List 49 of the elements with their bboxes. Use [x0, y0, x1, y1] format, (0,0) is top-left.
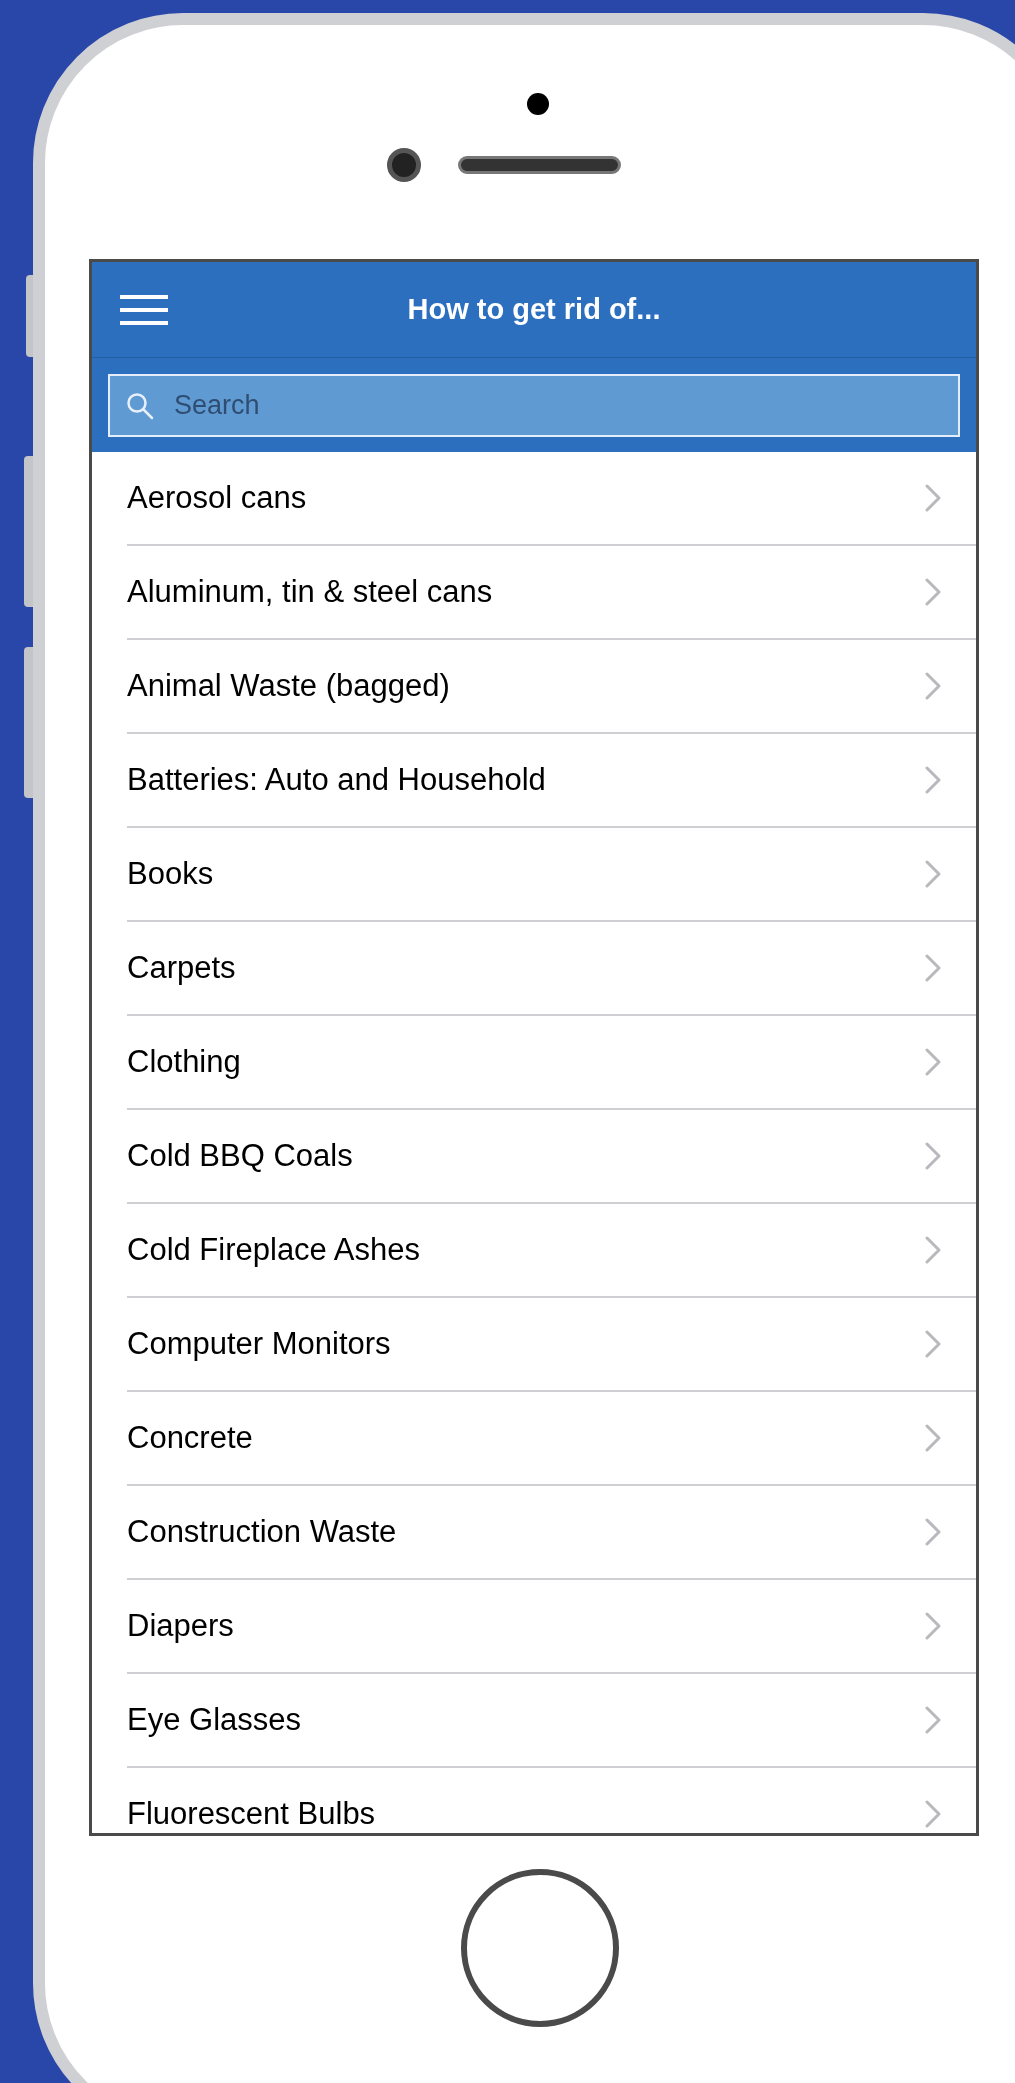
chevron-right-icon — [925, 860, 941, 888]
list-item[interactable]: Diapers — [127, 1580, 976, 1674]
item-label: Batteries: Auto and Household — [127, 760, 547, 799]
list-item[interactable]: Carpets — [127, 922, 976, 1016]
chevron-right-icon — [925, 954, 941, 982]
list-item[interactable]: Aluminum, tin & steel cans — [127, 546, 976, 640]
list-item[interactable]: Cold BBQ Coals — [127, 1110, 976, 1204]
list-item[interactable]: Clothing — [127, 1016, 976, 1110]
item-label: Carpets — [127, 948, 237, 987]
chevron-right-icon — [925, 1800, 941, 1828]
item-label: Aluminum, tin & steel cans — [127, 572, 494, 611]
chevron-right-icon — [925, 1424, 941, 1452]
item-label: Aerosol cans — [127, 478, 308, 517]
header-title: How to get rid of... — [406, 291, 662, 327]
list-item[interactable]: Construction Waste — [127, 1486, 976, 1580]
search-field[interactable]: Search — [108, 373, 960, 437]
item-label: Cold Fireplace Ashes — [127, 1230, 421, 1269]
list-item[interactable]: Aerosol cans — [127, 452, 976, 546]
list-item[interactable]: Concrete — [127, 1392, 976, 1486]
item-label: Concrete — [127, 1418, 254, 1457]
chevron-right-icon — [925, 484, 941, 512]
chevron-right-icon — [925, 1706, 941, 1734]
item-label: Animal Waste (bagged) — [127, 666, 451, 705]
chevron-right-icon — [925, 1330, 941, 1358]
list-item[interactable]: Animal Waste (bagged) — [127, 640, 976, 734]
item-label: Fluorescent Bulbs — [127, 1794, 377, 1833]
item-label: Eye Glasses — [127, 1700, 302, 1739]
item-label: Books — [127, 854, 215, 893]
chevron-right-icon — [925, 578, 941, 606]
chevron-right-icon — [925, 672, 941, 700]
item-label: Cold BBQ Coals — [127, 1136, 354, 1175]
item-label: Clothing — [127, 1042, 242, 1081]
chevron-right-icon — [925, 1048, 941, 1076]
menu-icon[interactable] — [119, 293, 169, 326]
item-label: Computer Monitors — [127, 1324, 392, 1363]
list-item[interactable]: Eye Glasses — [127, 1674, 976, 1768]
list-item[interactable]: Computer Monitors — [127, 1298, 976, 1392]
list-item[interactable]: Books — [127, 828, 976, 922]
item-label: Diapers — [127, 1606, 235, 1645]
item-label: Construction Waste — [127, 1512, 398, 1551]
chevron-right-icon — [925, 1142, 941, 1170]
chevron-right-icon — [925, 1518, 941, 1546]
list-item[interactable]: Batteries: Auto and Household — [127, 734, 976, 828]
chevron-right-icon — [925, 1236, 941, 1264]
chevron-right-icon — [925, 766, 941, 794]
chevron-right-icon — [925, 1612, 941, 1640]
camera-lens — [387, 148, 421, 182]
list-item[interactable]: Fluorescent Bulbs — [127, 1768, 976, 1833]
list-item[interactable]: Cold Fireplace Ashes — [127, 1204, 976, 1298]
